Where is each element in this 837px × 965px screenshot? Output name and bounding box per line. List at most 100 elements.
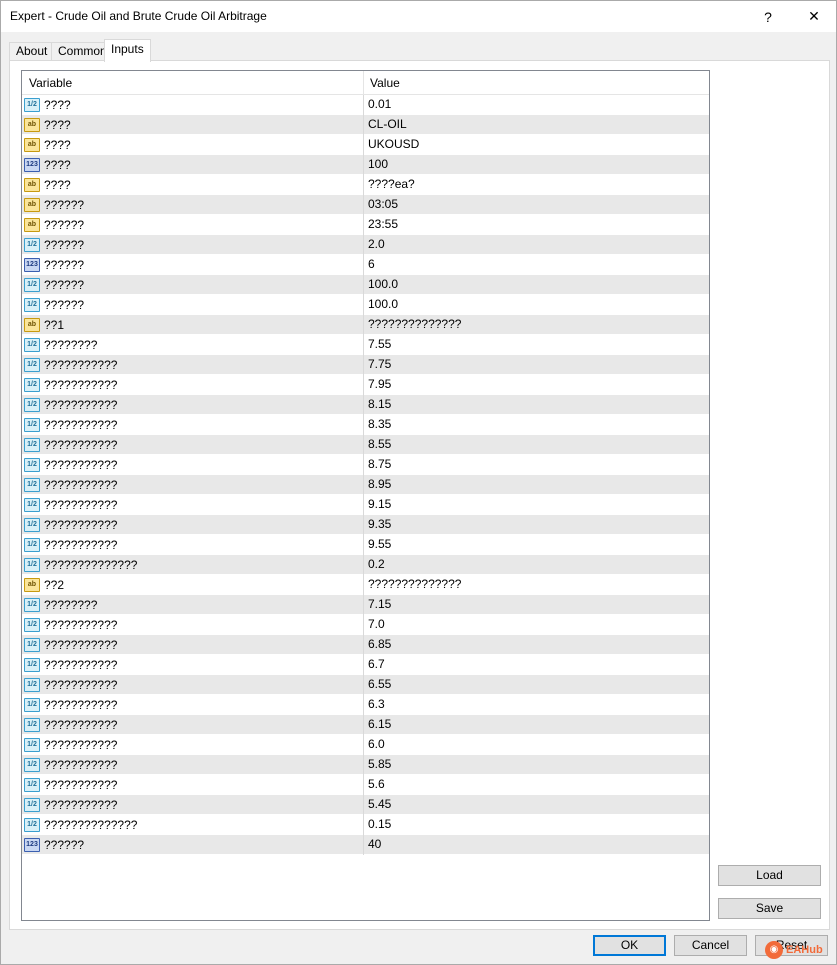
variable-cell[interactable]: 1/2??????????? bbox=[22, 715, 364, 735]
variable-cell[interactable]: 123?????? bbox=[22, 255, 364, 275]
table-row[interactable]: 1/2??????????? 8.75 bbox=[22, 455, 709, 475]
value-cell[interactable]: 0.15 bbox=[364, 815, 709, 835]
load-button[interactable]: Load bbox=[718, 865, 821, 886]
variable-cell[interactable]: 1/2?????????????? bbox=[22, 555, 364, 575]
value-cell[interactable]: 9.15 bbox=[364, 495, 709, 515]
value-cell[interactable]: 8.35 bbox=[364, 415, 709, 435]
variable-cell[interactable]: ab???? bbox=[22, 135, 364, 155]
value-cell[interactable]: 03:05 bbox=[364, 195, 709, 215]
value-cell[interactable]: 2.0 bbox=[364, 235, 709, 255]
table-row[interactable]: 1/2???????? 7.55 bbox=[22, 335, 709, 355]
value-cell[interactable]: 7.55 bbox=[364, 335, 709, 355]
cancel-button[interactable]: Cancel bbox=[674, 935, 747, 956]
table-row[interactable]: 1/2??????????? 8.15 bbox=[22, 395, 709, 415]
value-cell[interactable]: UKOUSD bbox=[364, 135, 709, 155]
variable-cell[interactable]: 1/2??????????? bbox=[22, 415, 364, 435]
value-cell[interactable]: 5.6 bbox=[364, 775, 709, 795]
table-row[interactable]: ab?????? 23:55 bbox=[22, 215, 709, 235]
table-row[interactable]: 1/2?????? 100.0 bbox=[22, 295, 709, 315]
variable-cell[interactable]: 1/2??????????? bbox=[22, 775, 364, 795]
variable-cell[interactable]: 1/2??????????? bbox=[22, 735, 364, 755]
ok-button[interactable]: OK bbox=[593, 935, 666, 956]
variable-cell[interactable]: 1/2??????????? bbox=[22, 535, 364, 555]
table-row[interactable]: 1/2??????????? 6.55 bbox=[22, 675, 709, 695]
table-row[interactable]: 1/2??????????? 8.55 bbox=[22, 435, 709, 455]
variable-cell[interactable]: 1/2?????????????? bbox=[22, 815, 364, 835]
table-row[interactable]: 1/2??????????? 9.15 bbox=[22, 495, 709, 515]
value-cell[interactable]: ?????????????? bbox=[364, 315, 709, 335]
table-row[interactable]: 1/2??????????? 9.55 bbox=[22, 535, 709, 555]
value-cell[interactable]: 23:55 bbox=[364, 215, 709, 235]
close-button[interactable]: ✕ bbox=[791, 1, 837, 32]
help-button[interactable]: ? bbox=[745, 1, 791, 32]
table-row[interactable]: 1/2?????????????? 0.15 bbox=[22, 815, 709, 835]
variable-cell[interactable]: 1/2??????????? bbox=[22, 475, 364, 495]
value-cell[interactable]: 6.15 bbox=[364, 715, 709, 735]
table-row[interactable]: ab ??2?????????????? bbox=[22, 575, 709, 595]
table-row[interactable]: ab???? UKOUSD bbox=[22, 135, 709, 155]
variable-cell[interactable]: 1/2??????????? bbox=[22, 515, 364, 535]
variable-cell[interactable]: 1/2??????????? bbox=[22, 615, 364, 635]
variable-cell[interactable]: 1/2???? bbox=[22, 95, 364, 115]
save-button[interactable]: Save bbox=[718, 898, 821, 919]
variable-cell[interactable]: ab?????? bbox=[22, 215, 364, 235]
value-cell[interactable]: 7.0 bbox=[364, 615, 709, 635]
table-row[interactable]: 1/2?????? 2.0 bbox=[22, 235, 709, 255]
table-row[interactable]: 1/2???????? 7.15 bbox=[22, 595, 709, 615]
variable-cell[interactable]: 123?????? bbox=[22, 835, 364, 855]
table-row[interactable]: 1/2??????????? 8.95 bbox=[22, 475, 709, 495]
variable-cell[interactable]: 1/2??????????? bbox=[22, 695, 364, 715]
variable-cell[interactable]: 123???? bbox=[22, 155, 364, 175]
value-cell[interactable]: 6.0 bbox=[364, 735, 709, 755]
variable-cell[interactable]: ab ??2 bbox=[22, 575, 364, 595]
tab-about[interactable]: About bbox=[9, 42, 55, 61]
value-cell[interactable]: 9.35 bbox=[364, 515, 709, 535]
variable-cell[interactable]: 1/2??????????? bbox=[22, 375, 364, 395]
table-row[interactable]: 123?????? 6 bbox=[22, 255, 709, 275]
variable-cell[interactable]: 1/2??????????? bbox=[22, 755, 364, 775]
table-row[interactable]: 1/2?????? 100.0 bbox=[22, 275, 709, 295]
variable-cell[interactable]: 1/2?????? bbox=[22, 235, 364, 255]
value-cell[interactable]: 8.55 bbox=[364, 435, 709, 455]
table-row[interactable]: 1/2???? 0.01 bbox=[22, 95, 709, 115]
table-row[interactable]: ab???? ????ea? bbox=[22, 175, 709, 195]
table-row[interactable]: 1/2??????????? 8.35 bbox=[22, 415, 709, 435]
value-cell[interactable]: 40 bbox=[364, 835, 709, 855]
variable-cell[interactable]: 1/2??????????? bbox=[22, 795, 364, 815]
value-cell[interactable]: 6.85 bbox=[364, 635, 709, 655]
table-row[interactable]: 1/2??????????? 6.3 bbox=[22, 695, 709, 715]
table-row[interactable]: 1/2??????????? 7.95 bbox=[22, 375, 709, 395]
table-row[interactable]: 1/2??????????? 6.85 bbox=[22, 635, 709, 655]
variable-cell[interactable]: 1/2???????? bbox=[22, 335, 364, 355]
value-cell[interactable]: 100.0 bbox=[364, 275, 709, 295]
variable-cell[interactable]: ab ??1 bbox=[22, 315, 364, 335]
value-cell[interactable]: 7.75 bbox=[364, 355, 709, 375]
value-cell[interactable]: 100 bbox=[364, 155, 709, 175]
variable-cell[interactable]: 1/2??????????? bbox=[22, 495, 364, 515]
value-cell[interactable]: ?????????????? bbox=[364, 575, 709, 595]
value-cell[interactable]: 6.55 bbox=[364, 675, 709, 695]
variable-cell[interactable]: 1/2??????????? bbox=[22, 655, 364, 675]
value-cell[interactable]: 6.3 bbox=[364, 695, 709, 715]
value-cell[interactable]: 5.85 bbox=[364, 755, 709, 775]
value-cell[interactable]: 5.45 bbox=[364, 795, 709, 815]
value-cell[interactable]: 6.7 bbox=[364, 655, 709, 675]
tab-inputs[interactable]: Inputs bbox=[104, 39, 151, 62]
variable-cell[interactable]: ab???? bbox=[22, 115, 364, 135]
value-cell[interactable]: 8.15 bbox=[364, 395, 709, 415]
table-row[interactable]: ab ??1?????????????? bbox=[22, 315, 709, 335]
variable-cell[interactable]: ab???? bbox=[22, 175, 364, 195]
value-cell[interactable]: ????ea? bbox=[364, 175, 709, 195]
value-cell[interactable]: 6 bbox=[364, 255, 709, 275]
table-row[interactable]: 1/2??????????? 6.15 bbox=[22, 715, 709, 735]
variable-cell[interactable]: ab?????? bbox=[22, 195, 364, 215]
table-row[interactable]: 1/2?????????????? 0.2 bbox=[22, 555, 709, 575]
variable-cell[interactable]: 1/2???????? bbox=[22, 595, 364, 615]
value-cell[interactable]: 8.95 bbox=[364, 475, 709, 495]
table-row[interactable]: ab?????? 03:05 bbox=[22, 195, 709, 215]
variable-cell[interactable]: 1/2?????? bbox=[22, 295, 364, 315]
value-cell[interactable]: CL-OIL bbox=[364, 115, 709, 135]
column-header-value[interactable]: Value bbox=[364, 71, 709, 95]
value-cell[interactable]: 7.15 bbox=[364, 595, 709, 615]
variable-cell[interactable]: 1/2?????? bbox=[22, 275, 364, 295]
